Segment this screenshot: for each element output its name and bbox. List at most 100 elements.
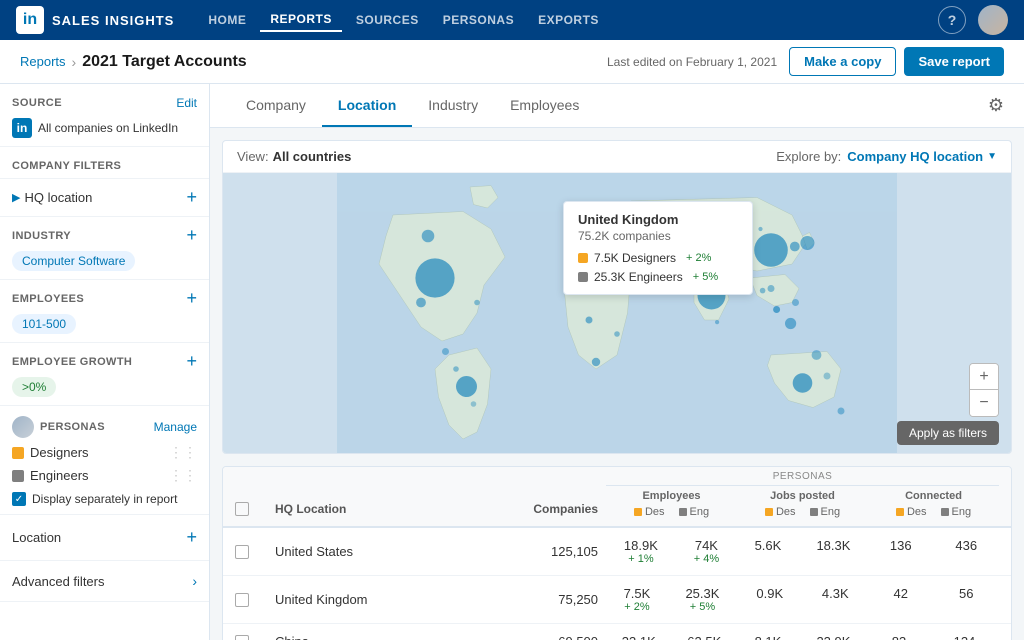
location-bottom-label: Location (12, 530, 61, 545)
header-bar: Reports › 2021 Target Accounts Last edit… (0, 40, 1024, 84)
location-plus[interactable]: + (186, 527, 197, 548)
filter-settings-icon[interactable]: ⚙ (988, 95, 1004, 116)
employee-growth-plus[interactable]: + (186, 351, 197, 372)
row-data-2: 7.5K + 2% 25.3K + 5% 0.9K 4.3K (606, 586, 999, 613)
map-container: United Kingdom 75.2K companies 7.5K Desi… (223, 173, 1011, 453)
row-1-jobs-eng: 18.3K (816, 538, 850, 565)
row-checkbox-2[interactable] (235, 593, 249, 607)
advanced-filters[interactable]: Advanced filters › (0, 561, 209, 602)
employee-growth-filter: Employee growth + >0% (0, 343, 209, 406)
breadcrumb-link[interactable]: Reports (20, 54, 66, 69)
explore-value[interactable]: Company HQ location ▼ (847, 149, 997, 164)
persona-row-engineers: Engineers ⋮⋮ (12, 467, 197, 484)
tooltip-engineers-change: + 5% (693, 271, 718, 283)
th-connected-eng: Eng (952, 506, 972, 518)
personas-avatar (12, 416, 34, 438)
zoom-out-button[interactable]: − (970, 390, 998, 416)
zoom-in-button[interactable]: + (970, 364, 998, 390)
employee-growth-label: Employee growth (12, 356, 132, 368)
row-3-conn-des: 83 (892, 634, 906, 640)
th-connected-des: Des (907, 506, 927, 518)
th-personas-group: PERSONAS Employees Des (606, 467, 999, 526)
explore-label: Explore by: (776, 149, 841, 164)
row-1-conn-des: 136 (890, 538, 912, 565)
table-section: HQ Location Companies PERSONAS Employees… (222, 466, 1012, 640)
th-col-connected: Connected Des Eng (868, 490, 999, 526)
nav-help[interactable]: ? (938, 6, 966, 34)
top-nav: in SALES INSIGHTS HOME REPORTS SOURCES P… (0, 0, 1024, 40)
manage-link[interactable]: Manage (154, 420, 197, 434)
nav-item-sources[interactable]: SOURCES (346, 9, 429, 31)
row-companies-2: 75,250 (467, 592, 606, 607)
location-bottom[interactable]: Location + (0, 515, 209, 561)
nav-avatar[interactable] (978, 5, 1008, 35)
th-personas-label: PERSONAS (606, 471, 999, 486)
row-1-conn-eng: 436 (955, 538, 977, 565)
explore-chevron: ▼ (987, 151, 997, 162)
employees-plus[interactable]: + (186, 288, 197, 309)
designers-dot (12, 447, 24, 459)
tooltip-designers-label: 7.5K Designers (594, 251, 676, 265)
row-checkbox-1[interactable] (235, 545, 249, 559)
nav-logo: in (16, 6, 44, 34)
tab-employees[interactable]: Employees (494, 85, 595, 127)
designers-drag[interactable]: ⋮⋮ (169, 444, 197, 461)
source-value: All companies on LinkedIn (38, 121, 178, 135)
display-separately-label: Display separately in report (32, 492, 177, 506)
tooltip-row-engineers: 25.3K Engineers + 5% (578, 270, 738, 284)
nav-brand: SALES INSIGHTS (52, 13, 174, 28)
row-data-3: 33.1K 62.5K 8.1K 22.9K (606, 634, 999, 640)
map-zoom-controls: + − (969, 363, 999, 417)
employees-tag[interactable]: 101-500 (12, 314, 76, 334)
view-label: View: (237, 149, 269, 164)
th-jobs-label: Jobs posted (741, 490, 864, 502)
nav-item-exports[interactable]: EXPORTS (528, 9, 609, 31)
industry-plus[interactable]: + (186, 225, 197, 246)
industry-label: Industry (12, 230, 71, 242)
apply-filters-button[interactable]: Apply as filters (897, 421, 999, 445)
tab-company[interactable]: Company (230, 85, 322, 127)
nav-item-reports[interactable]: REPORTS (260, 8, 342, 32)
engineers-drag[interactable]: ⋮⋮ (169, 467, 197, 484)
advanced-filters-label: Advanced filters (12, 574, 105, 589)
tab-industry[interactable]: Industry (412, 85, 494, 127)
row-3-emp-eng: 62.5K (687, 634, 721, 640)
tooltip-row-designers: 7.5K Designers + 2% (578, 251, 738, 265)
make-copy-button[interactable]: Make a copy (789, 47, 896, 76)
save-report-button[interactable]: Save report (904, 47, 1004, 76)
industry-filter: Industry + Computer Software (0, 217, 209, 280)
row-companies-3: 69,500 (467, 634, 606, 640)
breadcrumb-sep: › (72, 54, 77, 70)
tabs-bar: Company Location Industry Employees ⚙ (210, 84, 1024, 128)
th-col-employees: Employees Des Eng (606, 490, 737, 526)
row-2-conn-eng: 56 (959, 586, 973, 613)
edit-link[interactable]: Edit (176, 96, 197, 110)
advanced-filters-arrow[interactable]: › (192, 573, 197, 589)
display-separately-checkbox[interactable]: ✓ (12, 492, 26, 506)
header-checkbox[interactable] (235, 502, 249, 516)
personas-label: PERSONAS (40, 421, 105, 433)
nav-item-home[interactable]: HOME (198, 9, 256, 31)
map-tooltip: United Kingdom 75.2K companies 7.5K Desi… (563, 201, 753, 295)
row-2-jobs-eng: 4.3K (822, 586, 849, 613)
tab-location[interactable]: Location (322, 85, 412, 127)
row-location-3: China (267, 634, 467, 640)
industry-tag[interactable]: Computer Software (12, 251, 135, 271)
source-label: SOURCE (12, 97, 62, 109)
hq-location-plus[interactable]: + (186, 187, 197, 208)
employee-growth-tag[interactable]: >0% (12, 377, 56, 397)
th-employees-label: Employees (610, 490, 733, 502)
tooltip-companies: 75.2K companies (578, 229, 738, 243)
row-check-3 (235, 635, 267, 640)
hq-location-filter[interactable]: ▶ HQ location + (0, 179, 209, 217)
nav-item-personas[interactable]: PERSONAS (433, 9, 524, 31)
row-2-jobs-des: 0.9K (756, 586, 783, 613)
th-jobs-des: Des (776, 506, 796, 518)
map-toolbar: View: All countries Explore by: Company … (223, 141, 1011, 173)
row-checkbox-3[interactable] (235, 635, 249, 640)
engineers-label: Engineers (30, 468, 89, 483)
persona-row-designers: Designers ⋮⋮ (12, 444, 197, 461)
row-location-1: United States (267, 544, 467, 559)
map-section: View: All countries Explore by: Company … (222, 140, 1012, 454)
row-3-jobs-eng: 22.9K (816, 634, 850, 640)
